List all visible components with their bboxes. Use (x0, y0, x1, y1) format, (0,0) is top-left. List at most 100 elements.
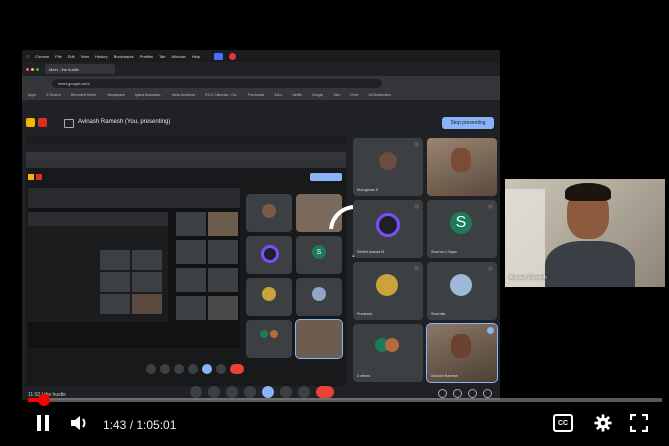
inner-participant-tile (246, 320, 292, 358)
menu-item-tab[interactable]: Tab (159, 54, 165, 59)
avatar (376, 213, 400, 237)
volume-button[interactable] (68, 412, 92, 434)
bookmarks-bar: Apps G Search Recorded Meeti.. Workspace… (22, 90, 500, 100)
minimize-window-icon[interactable] (31, 67, 34, 71)
fullscreen-button[interactable] (628, 412, 650, 434)
nested-tile (208, 268, 238, 292)
activities-icon[interactable] (483, 389, 492, 398)
captions-toggle-icon[interactable] (226, 386, 238, 398)
nested-tab-bar (26, 143, 346, 152)
url-field[interactable]: meet.google.com/ (52, 78, 382, 88)
bookmark-item[interactable]: Apps (28, 93, 36, 97)
menu-item-bookmarks[interactable]: Bookmarks (114, 54, 134, 59)
participant-tile[interactable]: Murugesan K (353, 138, 423, 196)
mic-icon[interactable] (190, 386, 202, 398)
bookmark-item[interactable]: All Bookmarks (368, 93, 390, 97)
more-options-icon[interactable] (414, 142, 419, 147)
mac-menu-bar:  Chrome File Edit View History Bookmark… (22, 50, 500, 62)
meet-app-icon[interactable] (213, 52, 223, 60)
progress-scrubber[interactable] (38, 394, 51, 406)
pause-icon (37, 415, 49, 431)
inner-participant-tile (246, 236, 292, 274)
menu-item-chrome[interactable]: Chrome (35, 54, 49, 59)
settings-button[interactable] (592, 412, 614, 434)
participant-tile[interactable]: Avinash Ramesh (426, 323, 498, 383)
bookmark-item[interactable]: Google (312, 93, 323, 97)
close-window-icon[interactable] (26, 67, 29, 71)
tab-strip: Meet - the hustle (22, 62, 500, 76)
browser-tab[interactable]: Meet - the hustle (45, 64, 115, 74)
menu-item-edit[interactable]: Edit (68, 54, 75, 59)
menu-item-view[interactable]: View (81, 54, 90, 59)
stop-share-icon[interactable] (38, 118, 47, 127)
bookmark-item[interactable]: Zoho (274, 93, 282, 97)
bookmark-item[interactable]: Vibe (333, 93, 340, 97)
menu-item-file[interactable]: File (55, 54, 61, 59)
nested-tile (132, 272, 162, 292)
more-icon[interactable] (298, 386, 310, 398)
captions-button[interactable]: CC (553, 414, 573, 432)
emoji-icon[interactable] (244, 386, 256, 398)
progress-track[interactable] (28, 398, 662, 402)
nested-tile (176, 296, 206, 320)
apple-icon[interactable]:  (26, 54, 29, 59)
raise-hand-icon[interactable] (280, 386, 292, 398)
avatar (262, 204, 276, 218)
participant-tile[interactable]: 3 others (353, 324, 423, 382)
participant-tile[interactable]: S Sharma J Satya (427, 200, 497, 258)
menu-item-window[interactable]: Window (171, 54, 185, 59)
present-screen-icon[interactable] (262, 386, 274, 398)
participant-shirt (545, 241, 635, 287)
more-options-icon[interactable] (414, 204, 419, 209)
bookmark-item[interactable]: Meta Audience (172, 93, 195, 97)
nested-menu-bar (26, 136, 346, 143)
nested-chrome-2 (28, 212, 168, 226)
more-options-icon[interactable] (488, 266, 493, 271)
menu-item-help[interactable]: Help (192, 54, 200, 59)
nested-stop-presenting (310, 173, 342, 181)
participant-name: 3 others (357, 374, 370, 378)
time-display: 1:43 / 1:05:01 (103, 418, 177, 432)
bookmark-item[interactable]: Recorded Meeti.. (71, 93, 98, 97)
background-wall (505, 189, 545, 287)
avatar (385, 338, 399, 352)
leave-call-icon[interactable] (316, 386, 334, 398)
bookmark-item[interactable]: Workspace (107, 93, 124, 97)
bookmark-item[interactable]: G Search (46, 93, 61, 97)
more-options-icon[interactable] (414, 266, 419, 271)
record-icon (228, 52, 236, 60)
nested-tile (100, 272, 130, 292)
menu-item-history[interactable]: History (95, 54, 107, 59)
present-icon (26, 118, 35, 127)
maximize-window-icon[interactable] (36, 67, 39, 71)
camera-icon[interactable] (208, 386, 220, 398)
participant-tile[interactable]: Senthil prasad M (353, 200, 423, 258)
more-options-icon[interactable] (488, 204, 493, 209)
chat-icon[interactable] (468, 389, 477, 398)
nested-present-icon (28, 174, 34, 180)
menu-item-profiles[interactable]: Profiles (140, 54, 153, 59)
nested-chrome (28, 188, 240, 208)
participant-name: Avinash Ramesh (431, 374, 459, 378)
stop-presenting-button[interactable]: Stop presenting (442, 117, 494, 129)
nested-url-bar (26, 152, 346, 161)
pause-button[interactable] (32, 412, 54, 434)
bookmark-item[interactable]: Freshcode (248, 93, 265, 97)
tab-title: Meet - the hustle (49, 66, 79, 72)
avatar (261, 245, 279, 263)
info-icon[interactable] (438, 389, 447, 398)
participant-tile[interactable]: Sharmila (427, 262, 497, 320)
captions-icon: CC (557, 419, 569, 427)
people-icon[interactable] (453, 389, 462, 398)
nested-tile (176, 268, 206, 292)
participant-tile[interactable] (427, 138, 497, 196)
bookmark-item[interactable]: RCG Calendar - Ca.. (205, 93, 237, 97)
nested-tile (100, 250, 130, 270)
participant-name: Murugesan K (357, 188, 379, 192)
bookmark-item[interactable]: Ipfsus Associate.. (135, 93, 162, 97)
participant-tile[interactable]: Pradeesh (353, 262, 423, 320)
nested-bookmarks-bar (26, 161, 346, 168)
screen-share-icon (64, 119, 74, 128)
bookmark-item[interactable]: Netflix (292, 93, 302, 97)
bookmark-item[interactable]: Drive (350, 93, 358, 97)
